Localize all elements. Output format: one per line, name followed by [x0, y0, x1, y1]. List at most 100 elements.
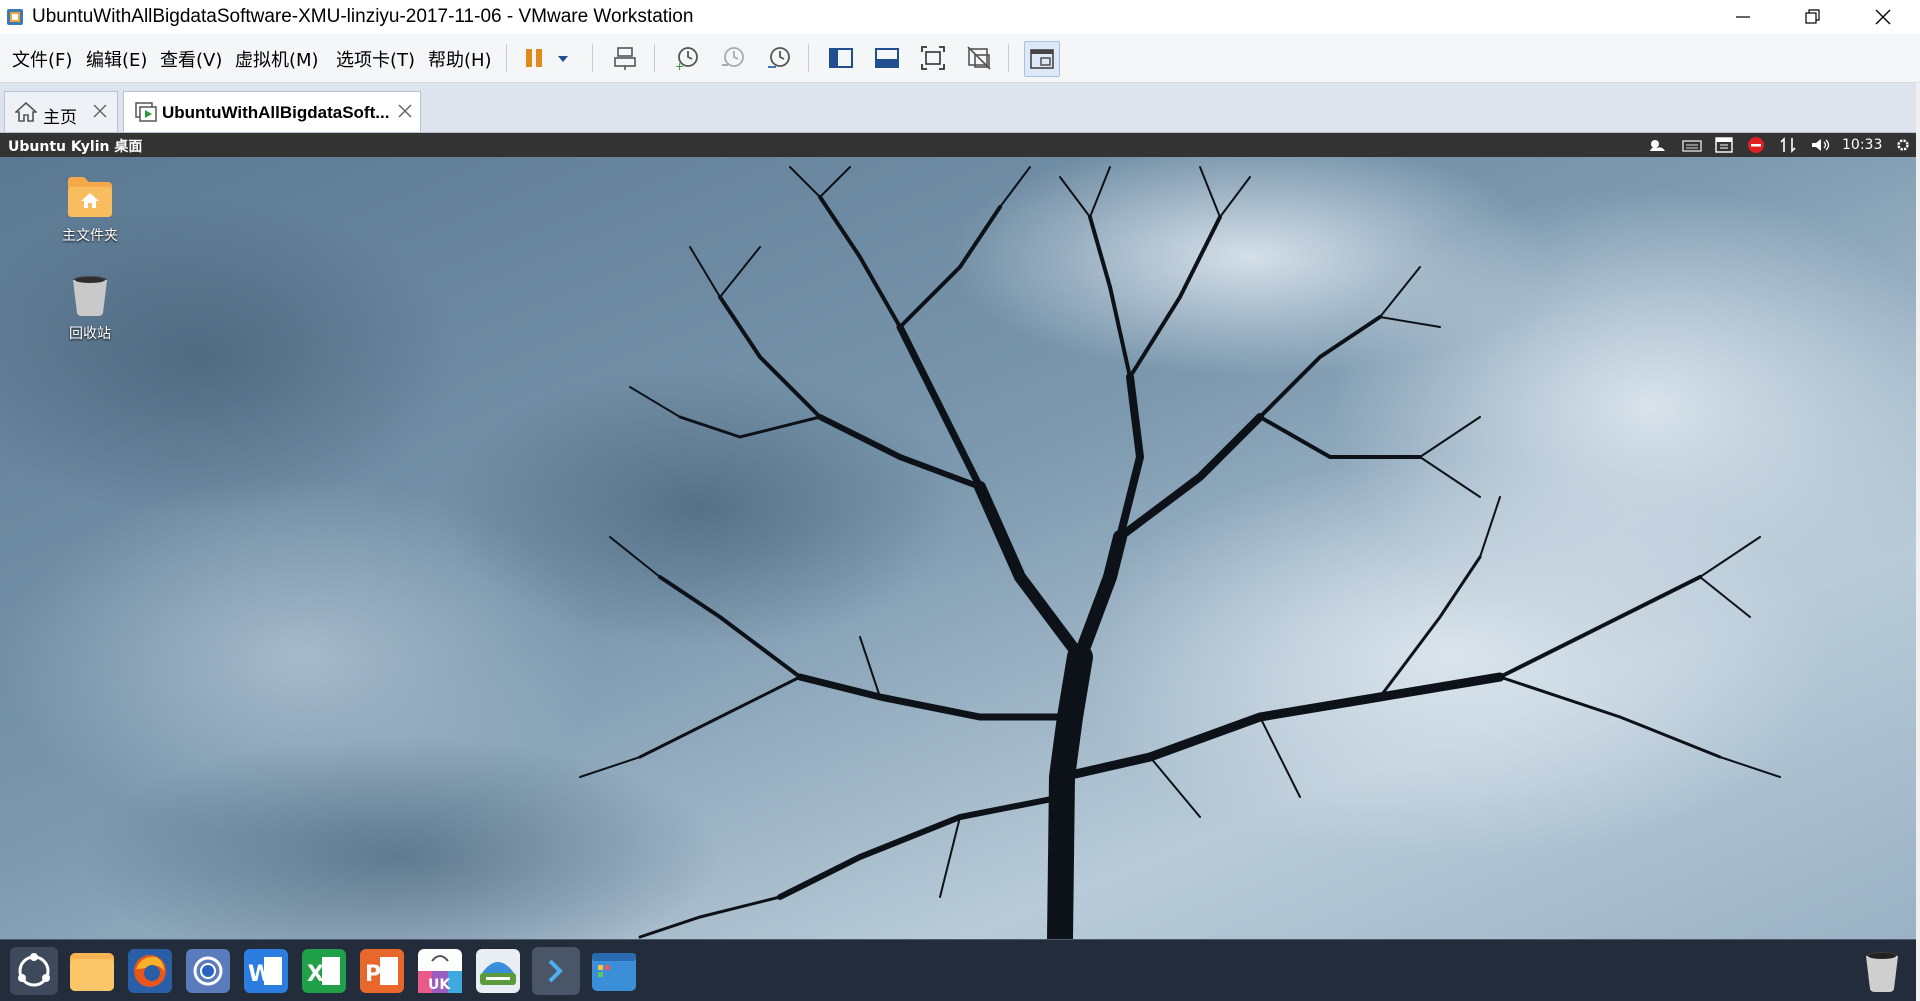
- unity-button[interactable]: [962, 41, 996, 75]
- thumbnail-bar-icon: [875, 48, 899, 68]
- menu-help[interactable]: 帮助(H): [428, 46, 492, 72]
- dropdown-arrow-icon: [558, 56, 568, 62]
- wps-spreadsheet-icon: X: [302, 949, 346, 993]
- guest-dock: W X P UK: [0, 939, 1916, 1001]
- vm-icon: [134, 101, 158, 127]
- dock-wps-presentation[interactable]: P: [358, 947, 406, 995]
- menu-edit[interactable]: 编辑(E): [86, 46, 147, 72]
- menu-toolbar: 文件(F) 编辑(E) 查看(V) 虚拟机(M) 选项卡(T) 帮助(H) +: [0, 34, 1920, 83]
- home-folder-icon: [68, 177, 112, 217]
- tab-label: UbuntuWithAllBigdataSoft...: [162, 103, 390, 122]
- desktop-icon-label: 主文件夹: [62, 228, 118, 244]
- tab-bar: 主页 UbuntuWithAllBigdataSoft...: [0, 83, 1920, 133]
- console-view-icon: [1030, 49, 1054, 69]
- close-icon: [1875, 9, 1891, 25]
- vmware-icon: [6, 8, 24, 26]
- svg-text:+: +: [675, 60, 684, 71]
- window-right-edge: [1916, 83, 1920, 1001]
- revert-snapshot-button[interactable]: [716, 41, 750, 75]
- restore-button[interactable]: [1782, 0, 1844, 34]
- send-ctrl-alt-del-button[interactable]: [608, 41, 642, 75]
- menu-vm[interactable]: 虚拟机(M): [235, 46, 319, 72]
- dock-start-button[interactable]: [10, 947, 58, 995]
- pause-button[interactable]: [518, 41, 552, 75]
- desktop-icon-home-folder[interactable]: 主文件夹: [40, 173, 140, 245]
- svg-text:W: W: [248, 962, 272, 987]
- firefox-icon: [128, 949, 172, 993]
- toolbar-separator: [654, 44, 655, 72]
- dock-files[interactable]: [68, 947, 116, 995]
- guest-display[interactable]: Ubuntu Kylin 桌面 10:33 主文件夹 回收站 W X P UK: [0, 133, 1916, 1001]
- network-disabled-icon[interactable]: [1746, 136, 1766, 158]
- revert-snapshot-icon: [722, 47, 744, 67]
- close-button[interactable]: [1852, 0, 1914, 34]
- window-title: UbuntuWithAllBigdataSoftware-XMU-linziyu…: [32, 6, 694, 27]
- chromium-icon: [186, 949, 230, 993]
- tab-vm[interactable]: UbuntuWithAllBigdataSoft...: [123, 91, 421, 132]
- show-library-icon: [829, 48, 853, 68]
- guest-panel-title: Ubuntu Kylin 桌面: [8, 139, 143, 155]
- software-center-icon: UK: [418, 949, 462, 993]
- desktop-icon-trash[interactable]: 回收站: [40, 271, 140, 343]
- full-screen-button[interactable]: [916, 41, 950, 75]
- svg-text:UK: UK: [428, 977, 451, 993]
- workspace-switcher-icon: [592, 953, 636, 991]
- transfer-icon[interactable]: [1778, 136, 1798, 158]
- menu-tabs[interactable]: 选项卡(T): [336, 46, 415, 72]
- unity-icon: [967, 46, 991, 70]
- ubuntu-kylin-start-icon: [18, 953, 50, 987]
- dock-firefox[interactable]: [126, 947, 174, 995]
- full-screen-icon: [921, 46, 945, 70]
- dock-wps-writer[interactable]: W: [242, 947, 290, 995]
- desktop-wallpaper: [0, 157, 1916, 939]
- pause-icon: [526, 49, 542, 67]
- trash-icon: [73, 276, 107, 316]
- scanner-icon: [476, 949, 520, 993]
- power-dropdown-button[interactable]: [550, 41, 574, 75]
- dock-terminal[interactable]: [532, 947, 580, 995]
- minimize-icon: [1736, 16, 1750, 18]
- close-tab-icon[interactable]: [91, 102, 109, 120]
- home-icon: [13, 101, 39, 127]
- take-snapshot-button[interactable]: +: [670, 41, 704, 75]
- menu-file[interactable]: 文件(F): [12, 46, 72, 72]
- settings-gear-icon[interactable]: [1894, 136, 1912, 158]
- guest-top-panel: Ubuntu Kylin 桌面 10:33: [0, 133, 1916, 157]
- volume-icon[interactable]: [1810, 136, 1832, 158]
- dock-software-center[interactable]: UK: [416, 947, 464, 995]
- tab-label: 主页: [43, 108, 77, 128]
- dock-wps-spreadsheet[interactable]: X: [300, 947, 348, 995]
- clock[interactable]: 10:33: [1842, 137, 1882, 153]
- show-library-button[interactable]: [824, 41, 858, 75]
- window-title-bar: UbuntuWithAllBigdataSoftware-XMU-linziyu…: [0, 0, 1920, 34]
- toolbar-separator: [592, 44, 593, 72]
- calendar-icon[interactable]: [1714, 136, 1734, 158]
- restore-icon: [1805, 9, 1820, 24]
- toolbar-separator: [506, 44, 507, 72]
- menu-view[interactable]: 查看(V): [160, 46, 222, 72]
- wps-writer-icon: W: [244, 949, 288, 993]
- minimize-button[interactable]: [1712, 0, 1774, 34]
- console-view-button[interactable]: [1024, 41, 1060, 77]
- dock-chromium[interactable]: [184, 947, 232, 995]
- svg-text:X: X: [307, 962, 324, 987]
- snapshot-manager-icon: [768, 47, 790, 68]
- svg-text:P: P: [365, 962, 381, 987]
- close-tab-icon[interactable]: [396, 102, 414, 120]
- dock-trash[interactable]: [1858, 947, 1906, 995]
- dock-scanner[interactable]: [474, 947, 522, 995]
- thumbnail-bar-button[interactable]: [870, 41, 904, 75]
- terminal-icon: [548, 959, 563, 983]
- files-icon: [70, 953, 114, 991]
- send-ctrl-alt-del-icon: [614, 47, 636, 70]
- trash-icon: [1866, 952, 1898, 992]
- snapshot-manager-button[interactable]: [762, 41, 796, 75]
- toolbar-separator: [1008, 44, 1009, 72]
- weather-icon[interactable]: [1646, 136, 1668, 158]
- keyboard-icon[interactable]: [1682, 136, 1702, 158]
- wps-presentation-icon: P: [360, 949, 404, 993]
- dock-workspace-switcher[interactable]: [590, 947, 638, 995]
- desktop-icon-label: 回收站: [69, 326, 111, 342]
- toolbar-separator: [808, 44, 809, 72]
- tab-home[interactable]: 主页: [4, 91, 118, 132]
